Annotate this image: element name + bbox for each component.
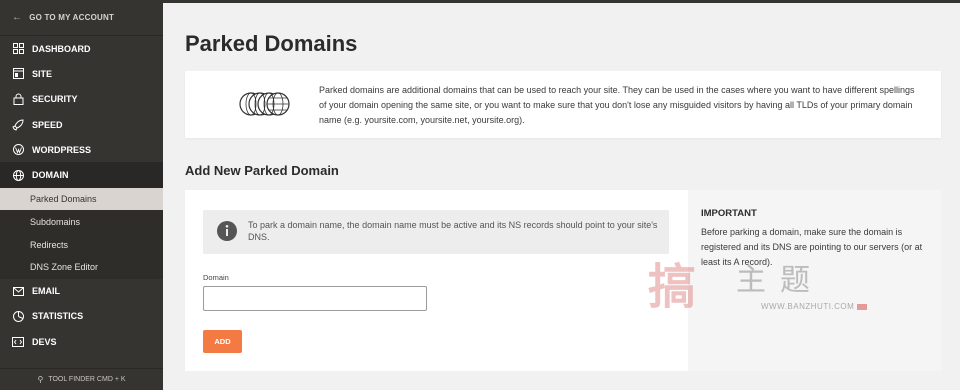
sidebar: ← GO TO MY ACCOUNT DASHBOARD SITE SECURI… bbox=[0, 0, 163, 390]
domain-label: Domain bbox=[203, 273, 229, 282]
domain-input[interactable] bbox=[203, 286, 427, 311]
sidebar-item-label: EMAIL bbox=[32, 286, 60, 297]
notice-text: To park a domain name, the domain name m… bbox=[248, 220, 658, 242]
important-title: IMPORTANT bbox=[701, 208, 757, 219]
sidebar-item-label: WORDPRESS bbox=[32, 144, 92, 155]
sidebar-item-statistics[interactable]: STATISTICS bbox=[0, 304, 163, 329]
sidebar-item-label: SITE bbox=[32, 68, 53, 79]
add-parked-domain-form: To park a domain name, the domain name m… bbox=[185, 190, 941, 371]
sidebar-item-domain[interactable]: DOMAIN bbox=[0, 162, 163, 188]
arrow-left-icon: ← bbox=[12, 12, 23, 23]
info-card: Parked domains are additional domains th… bbox=[185, 71, 941, 138]
notice-box: To park a domain name, the domain name m… bbox=[203, 210, 669, 254]
sidebar-item-label: STATISTICS bbox=[32, 311, 84, 322]
search-icon: ⚲ bbox=[37, 375, 44, 384]
top-bar bbox=[163, 0, 960, 3]
mail-icon bbox=[12, 285, 24, 297]
sidebar-item-label: SECURITY bbox=[32, 94, 78, 105]
tool-finder-button[interactable]: ⚲ TOOL FINDER CMD + K bbox=[0, 368, 163, 390]
submenu-item-redirects[interactable]: Redirects bbox=[0, 233, 163, 256]
chart-icon bbox=[12, 310, 24, 322]
sidebar-item-security[interactable]: SECURITY bbox=[0, 87, 163, 112]
grid-icon bbox=[12, 43, 24, 55]
sidebar-item-devs[interactable]: DEVS bbox=[0, 329, 163, 354]
info-text: Parked domains are additional domains th… bbox=[319, 85, 915, 125]
sidebar-item-dashboard[interactable]: DASHBOARD bbox=[0, 36, 163, 61]
info-icon bbox=[216, 220, 238, 247]
sidebar-item-speed[interactable]: SPEED bbox=[0, 112, 163, 137]
globes-icon bbox=[238, 89, 290, 124]
submenu-item-subdomains[interactable]: Subdomains bbox=[0, 210, 163, 233]
sidebar-item-label: DOMAIN bbox=[32, 170, 69, 181]
domain-submenu: Parked Domains Subdomains Redirects DNS … bbox=[0, 187, 163, 279]
wordpress-icon bbox=[12, 144, 24, 156]
globe-icon bbox=[12, 169, 24, 181]
go-to-my-account-label: GO TO MY ACCOUNT bbox=[29, 13, 115, 22]
sidebar-item-label: DEVS bbox=[32, 336, 57, 347]
section-title: Add New Parked Domain bbox=[185, 163, 339, 178]
window-icon bbox=[12, 68, 24, 80]
submenu-item-parked-domains[interactable]: Parked Domains bbox=[0, 187, 163, 211]
go-to-my-account-link[interactable]: ← GO TO MY ACCOUNT bbox=[0, 0, 163, 36]
sidebar-item-label: DASHBOARD bbox=[32, 43, 91, 54]
page-title: Parked Domains bbox=[185, 31, 358, 56]
sidebar-nav: DASHBOARD SITE SECURITY SPEED WORDPRESS bbox=[0, 36, 163, 188]
sidebar-item-site[interactable]: SITE bbox=[0, 61, 163, 86]
lock-icon bbox=[12, 93, 24, 106]
rocket-icon bbox=[12, 119, 24, 131]
sidebar-nav-lower: EMAIL STATISTICS DEVS bbox=[0, 279, 163, 355]
submenu-item-dns-zone-editor[interactable]: DNS Zone Editor bbox=[0, 256, 163, 279]
sidebar-item-wordpress[interactable]: WORDPRESS bbox=[0, 137, 163, 162]
sidebar-item-email[interactable]: EMAIL bbox=[0, 279, 163, 304]
add-button[interactable]: ADD bbox=[203, 330, 242, 353]
important-panel: IMPORTANT Before parking a domain, make … bbox=[688, 190, 941, 371]
important-text: Before parking a domain, make sure the d… bbox=[701, 227, 923, 267]
sidebar-item-label: SPEED bbox=[32, 119, 63, 130]
code-icon bbox=[12, 336, 24, 348]
tool-finder-label: TOOL FINDER CMD + K bbox=[48, 376, 126, 383]
